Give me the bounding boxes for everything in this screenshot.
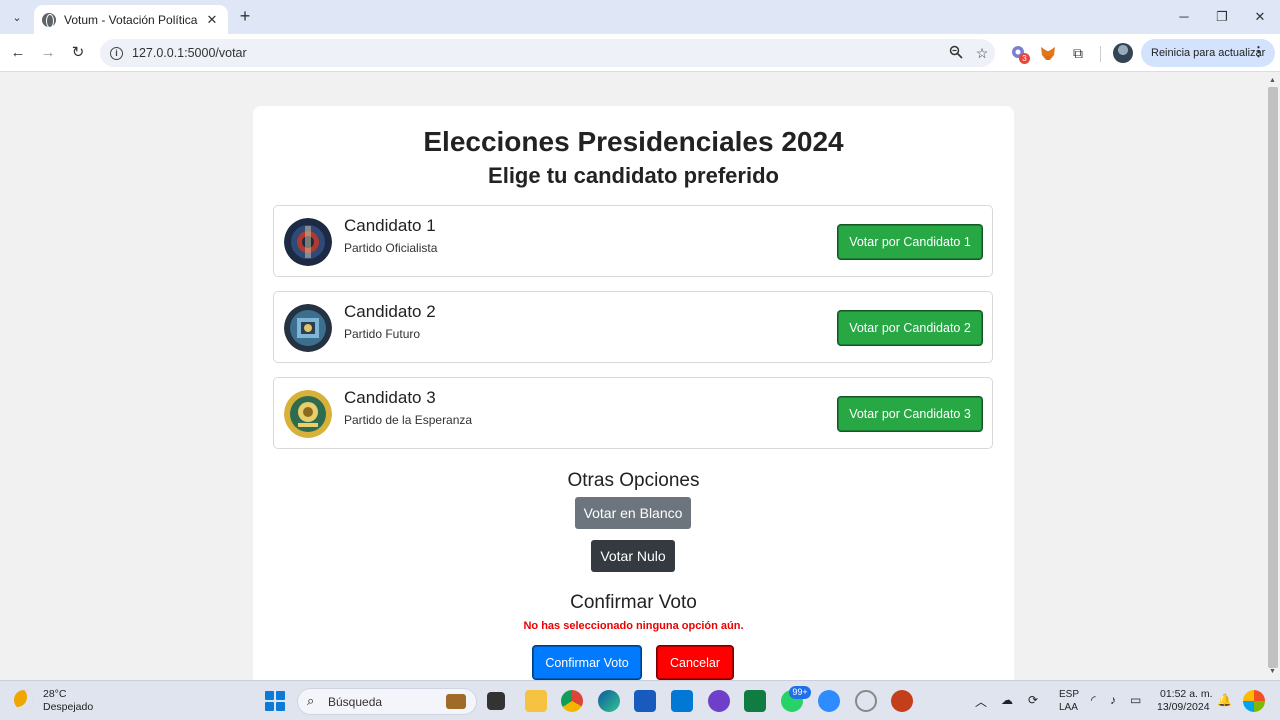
no-selection-warning: No has seleccionado ninguna opción aún. <box>523 620 744 632</box>
back-arrow-icon[interactable]: ← <box>7 42 29 64</box>
page-title: Elecciones Presidenciales 2024 <box>423 126 844 157</box>
vscode-icon[interactable] <box>671 690 693 712</box>
menu-dots-icon[interactable]: ⋮ <box>1252 45 1265 59</box>
wifi-icon[interactable]: ◜ <box>1091 693 1096 707</box>
candidate-name: Candidato 1 <box>344 216 436 235</box>
briefcase-icon <box>446 694 466 709</box>
scroll-down-arrow-icon[interactable]: ▼ <box>1269 668 1276 675</box>
zoom-app-icon[interactable] <box>818 690 840 712</box>
tab-title: Votum - Votación Política <box>64 12 198 27</box>
word-icon[interactable] <box>634 690 656 712</box>
candidate-1-emblem-image <box>284 218 332 266</box>
vote-candidate-3-button[interactable]: Votar por Candidato 3 <box>838 397 982 431</box>
tab-search-icon[interactable]: ⌄ <box>6 6 28 28</box>
github-desktop-icon[interactable] <box>708 690 730 712</box>
candidate-party: Partido Oficialista <box>344 241 438 255</box>
search-placeholder: Búsqueda <box>328 695 383 709</box>
volume-icon[interactable]: ♪ <box>1110 693 1116 707</box>
page-subtitle: Elige tu candidato preferido <box>488 163 779 188</box>
browser-tab-bar: ⌄ Votum - Votación Política ✕ + ─ ❐ ✕ <box>0 0 1280 34</box>
scroll-thumb[interactable] <box>1268 87 1278 668</box>
confirm-vote-title: Confirmar Voto <box>570 592 697 613</box>
blank-vote-button[interactable]: Votar en Blanco <box>575 497 691 529</box>
candidate-party: Partido Futuro <box>344 327 421 341</box>
toolbar-divider <box>1100 46 1101 62</box>
forward-arrow-icon[interactable]: → <box>37 42 59 64</box>
chevron-up-icon[interactable]: ︿ <box>975 693 987 710</box>
reload-icon[interactable]: ↻ <box>67 42 89 64</box>
extensions-puzzle-icon[interactable]: ⧉ <box>1069 44 1087 62</box>
page-scrollbar[interactable]: ▲ ▼ <box>1266 73 1280 680</box>
weather-temperature[interactable]: 28°C <box>43 688 66 700</box>
candidate-party: Partido de la Esperanza <box>344 413 473 427</box>
notification-badge: 99+ <box>789 686 811 699</box>
search-icon: ⌕ <box>307 693 315 708</box>
copilot-icon[interactable] <box>1243 690 1265 712</box>
null-vote-button[interactable]: Votar Nulo <box>591 540 675 572</box>
metamask-fox-icon[interactable] <box>1039 44 1057 62</box>
clock-time[interactable]: 01:52 a. m. <box>1160 688 1213 700</box>
taskbar-search-box[interactable]: ⌕ Búsqueda <box>297 688 477 715</box>
zoom-icon[interactable] <box>943 45 969 62</box>
battery-icon[interactable]: ▭ <box>1130 693 1141 707</box>
sync-icon[interactable]: ⟳ <box>1028 693 1038 707</box>
windows-taskbar: 28°C Despejado ⌕ Búsqueda 99+ ︿ ☁ ⟳ ESP … <box>0 680 1280 720</box>
voting-card: Elecciones Presidenciales 2024 Elige tu … <box>253 106 1014 680</box>
excel-icon[interactable] <box>744 690 766 712</box>
vote-candidate-1-button[interactable]: Votar por Candidato 1 <box>838 225 982 259</box>
powerpoint-icon[interactable] <box>891 690 913 712</box>
clock-date[interactable]: 13/09/2024 <box>1157 701 1210 713</box>
maximize-button[interactable]: ❐ <box>1202 6 1242 28</box>
address-bar[interactable]: i 127.0.0.1:5000/votar ☆ <box>100 39 995 67</box>
candidate-2-emblem-image <box>284 304 332 352</box>
candidate-name: Candidato 2 <box>344 302 436 321</box>
browser-tab[interactable]: Votum - Votación Política ✕ <box>34 5 228 34</box>
file-explorer-icon[interactable] <box>525 690 547 712</box>
moon-weather-icon[interactable] <box>14 690 34 710</box>
candidate-name: Candidato 3 <box>344 388 436 407</box>
openai-icon[interactable] <box>855 690 877 712</box>
cloud-status-icon[interactable]: ☁ <box>1001 693 1013 707</box>
scroll-up-arrow-icon[interactable]: ▲ <box>1269 77 1276 84</box>
tab-close-icon[interactable]: ✕ <box>204 12 220 28</box>
minimize-button[interactable]: ─ <box>1164 6 1204 28</box>
globe-icon <box>42 12 56 28</box>
windows-start-icon[interactable] <box>265 691 285 711</box>
notification-bell-icon[interactable]: 🔔 <box>1217 693 1232 707</box>
other-options-title: Otras Opciones <box>567 470 700 491</box>
language-code[interactable]: ESP <box>1059 689 1079 700</box>
candidate-card-3: Candidato 3 Partido de la Esperanza Vota… <box>273 377 993 449</box>
new-tab-button[interactable]: + <box>235 6 255 26</box>
update-button[interactable]: Reinicia para actualizar ⋮ <box>1141 39 1275 67</box>
browser-toolbar: ← → ↻ i 127.0.0.1:5000/votar ☆ 3 ⧉ Reini… <box>0 34 1280 72</box>
cancel-button[interactable]: Cancelar <box>657 646 733 679</box>
candidate-card-1: Candidato 1 Partido Oficialista Votar po… <box>273 205 993 277</box>
bookmark-star-icon[interactable]: ☆ <box>969 45 995 62</box>
extension-icon[interactable]: 3 <box>1010 44 1030 64</box>
weather-description[interactable]: Despejado <box>43 701 93 713</box>
close-window-button[interactable]: ✕ <box>1240 6 1280 28</box>
extension-badge: 3 <box>1019 53 1030 64</box>
keyboard-layout[interactable]: LAA <box>1059 702 1078 713</box>
candidate-3-emblem-image <box>284 390 332 438</box>
url-text[interactable]: 127.0.0.1:5000/votar <box>132 46 943 60</box>
candidate-card-2: Candidato 2 Partido Futuro Votar por Can… <box>273 291 993 363</box>
vote-candidate-2-button[interactable]: Votar por Candidato 2 <box>838 311 982 345</box>
edge-icon[interactable] <box>598 690 620 712</box>
profile-avatar[interactable] <box>1113 43 1133 63</box>
confirm-vote-button[interactable]: Confirmar Voto <box>533 646 641 679</box>
page-viewport: Elecciones Presidenciales 2024 Elige tu … <box>0 73 1266 680</box>
update-label: Reinicia para actualizar <box>1151 47 1266 59</box>
chrome-icon[interactable] <box>561 690 583 712</box>
task-view-icon[interactable] <box>487 692 505 710</box>
site-info-icon[interactable]: i <box>110 46 123 60</box>
